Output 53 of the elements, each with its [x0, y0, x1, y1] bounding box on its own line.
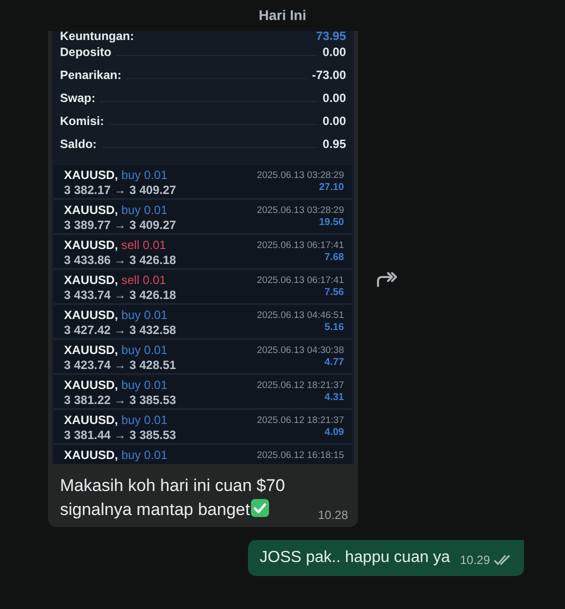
trade-prices: 3 389.77 → 3 409.27 [64, 218, 176, 232]
trade-symbol: XAUUSD, buy 0.01 [64, 203, 168, 217]
trade-symbol: XAUUSD, buy 0.01 [64, 308, 168, 322]
trade-profit: 4.77 [324, 357, 344, 368]
trade-time: 2025.06.13 03:28:29 [256, 205, 344, 216]
trade-time: 2025.06.12 18:21:37 [256, 380, 344, 391]
message-time: 10.29 [460, 553, 490, 567]
trade-profit: 7.56 [324, 287, 344, 298]
summary-label: Deposito [60, 45, 112, 59]
trade-prices: 3 381.44 → 3 385.53 [64, 428, 176, 442]
trade-time: 2025.06.12 16:18:15 [256, 450, 344, 461]
summary-label: Swap: [60, 91, 96, 105]
date-label: Hari Ini [258, 7, 306, 23]
trade-profit: 7.68 [324, 252, 344, 263]
trade-prices: 3 382.17 → 3 409.27 [64, 183, 176, 197]
forward-icon[interactable] [376, 270, 398, 288]
trade-time: 2025.06.13 04:30:38 [256, 345, 344, 356]
message-text: JOSS pak.. happu cuan ya [260, 549, 450, 567]
trade-time: 2025.06.12 18:21:37 [256, 415, 344, 426]
trade-symbol: XAUUSD, buy 0.01 [64, 413, 168, 427]
trade-profit: 19.50 [318, 217, 344, 228]
trade-prices: 3 381.22 → 3 385.53 [64, 393, 176, 407]
message-text: Makasih koh hari ini cuan $70 signalnya mantap banget [60, 475, 286, 521]
summary-value: 73.95 [316, 31, 346, 43]
summary-label: Komisi: [60, 114, 104, 128]
trade-time: 2025.06.13 06:17:41 [256, 275, 344, 286]
message-time: 10.28 [318, 508, 348, 522]
trade-symbol: XAUUSD, sell 0.01 [64, 273, 168, 287]
trade-profit: 27.10 [318, 182, 344, 193]
trade-symbol: XAUUSD, buy 0.01 [64, 378, 168, 392]
trade-prices: 3 423.74 → 3 428.51 [64, 358, 176, 372]
check-mark-icon [250, 498, 270, 518]
trade-prices: 3 433.74 → 3 426.18 [64, 288, 176, 302]
trade-symbol: XAUUSD, buy 0.01 [64, 448, 168, 462]
summary-value: 0.95 [322, 137, 346, 151]
trade-prices: 3 427.42 → 3 432.58 [64, 323, 176, 337]
trade-symbol: XAUUSD, buy 0.01 [64, 168, 168, 182]
summary-value: 0.00 [322, 114, 346, 128]
trade-symbol: XAUUSD, buy 0.01 [64, 343, 168, 357]
summary-value: 0.00 [322, 91, 346, 105]
trade-time: 2025.06.13 06:17:41 [256, 240, 344, 251]
summary-label: Penarikan: [60, 68, 122, 82]
summary-value: -73.00 [312, 68, 346, 82]
trade-profit: 4.31 [324, 392, 344, 403]
summary-value: 0.00 [322, 45, 346, 59]
trade-time: 2025.06.13 04:46:51 [256, 310, 344, 321]
summary-label: Keuntungan: [60, 31, 134, 43]
trade-prices: 3 433.86 → 3 426.18 [64, 253, 176, 267]
trade-time: 2025.06.13 03:28:29 [256, 170, 344, 181]
trade-symbol: XAUUSD, sell 0.01 [64, 238, 168, 252]
trade-profit: 4.09 [324, 427, 344, 438]
summary-label: Saldo: [60, 137, 97, 151]
trade-profit: 5.16 [324, 322, 344, 333]
